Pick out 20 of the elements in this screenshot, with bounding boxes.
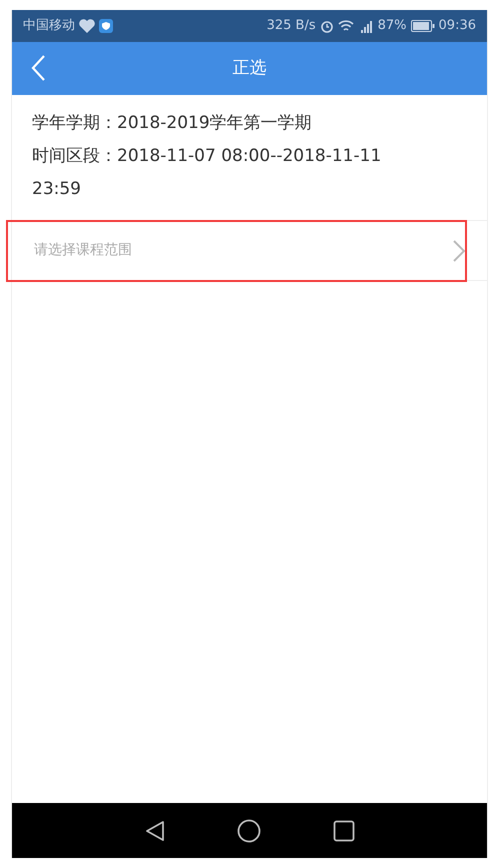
recent-apps-icon[interactable] xyxy=(332,820,354,842)
back-button[interactable] xyxy=(30,54,46,82)
shield-icon xyxy=(99,19,113,33)
network-speed-text: 325 B/s xyxy=(266,17,316,36)
back-icon xyxy=(30,54,46,82)
info-text: 学年学期：2018-2019学年第一学期 xyxy=(32,112,313,135)
back-icon[interactable] xyxy=(144,820,164,842)
battery-icon xyxy=(410,20,435,32)
alarm-icon xyxy=(320,19,334,33)
clock-time: 09:36 xyxy=(438,17,476,36)
home-icon[interactable] xyxy=(236,818,260,842)
info-text: 时间区段：2018-11-07 08:00--2018-11-11 23:59 xyxy=(32,145,382,201)
course-range-selector[interactable]: 请选择课程范围 xyxy=(12,220,487,281)
battery-percent-text: 87% xyxy=(378,17,407,36)
heart-icon xyxy=(79,19,95,33)
wifi-icon xyxy=(338,20,354,32)
carrier-text: 中国移动 xyxy=(23,17,75,36)
chevron-right-icon xyxy=(453,240,465,262)
page-title: 正选 xyxy=(232,56,266,80)
course-range-placeholder: 请选择课程范围 xyxy=(34,241,132,260)
